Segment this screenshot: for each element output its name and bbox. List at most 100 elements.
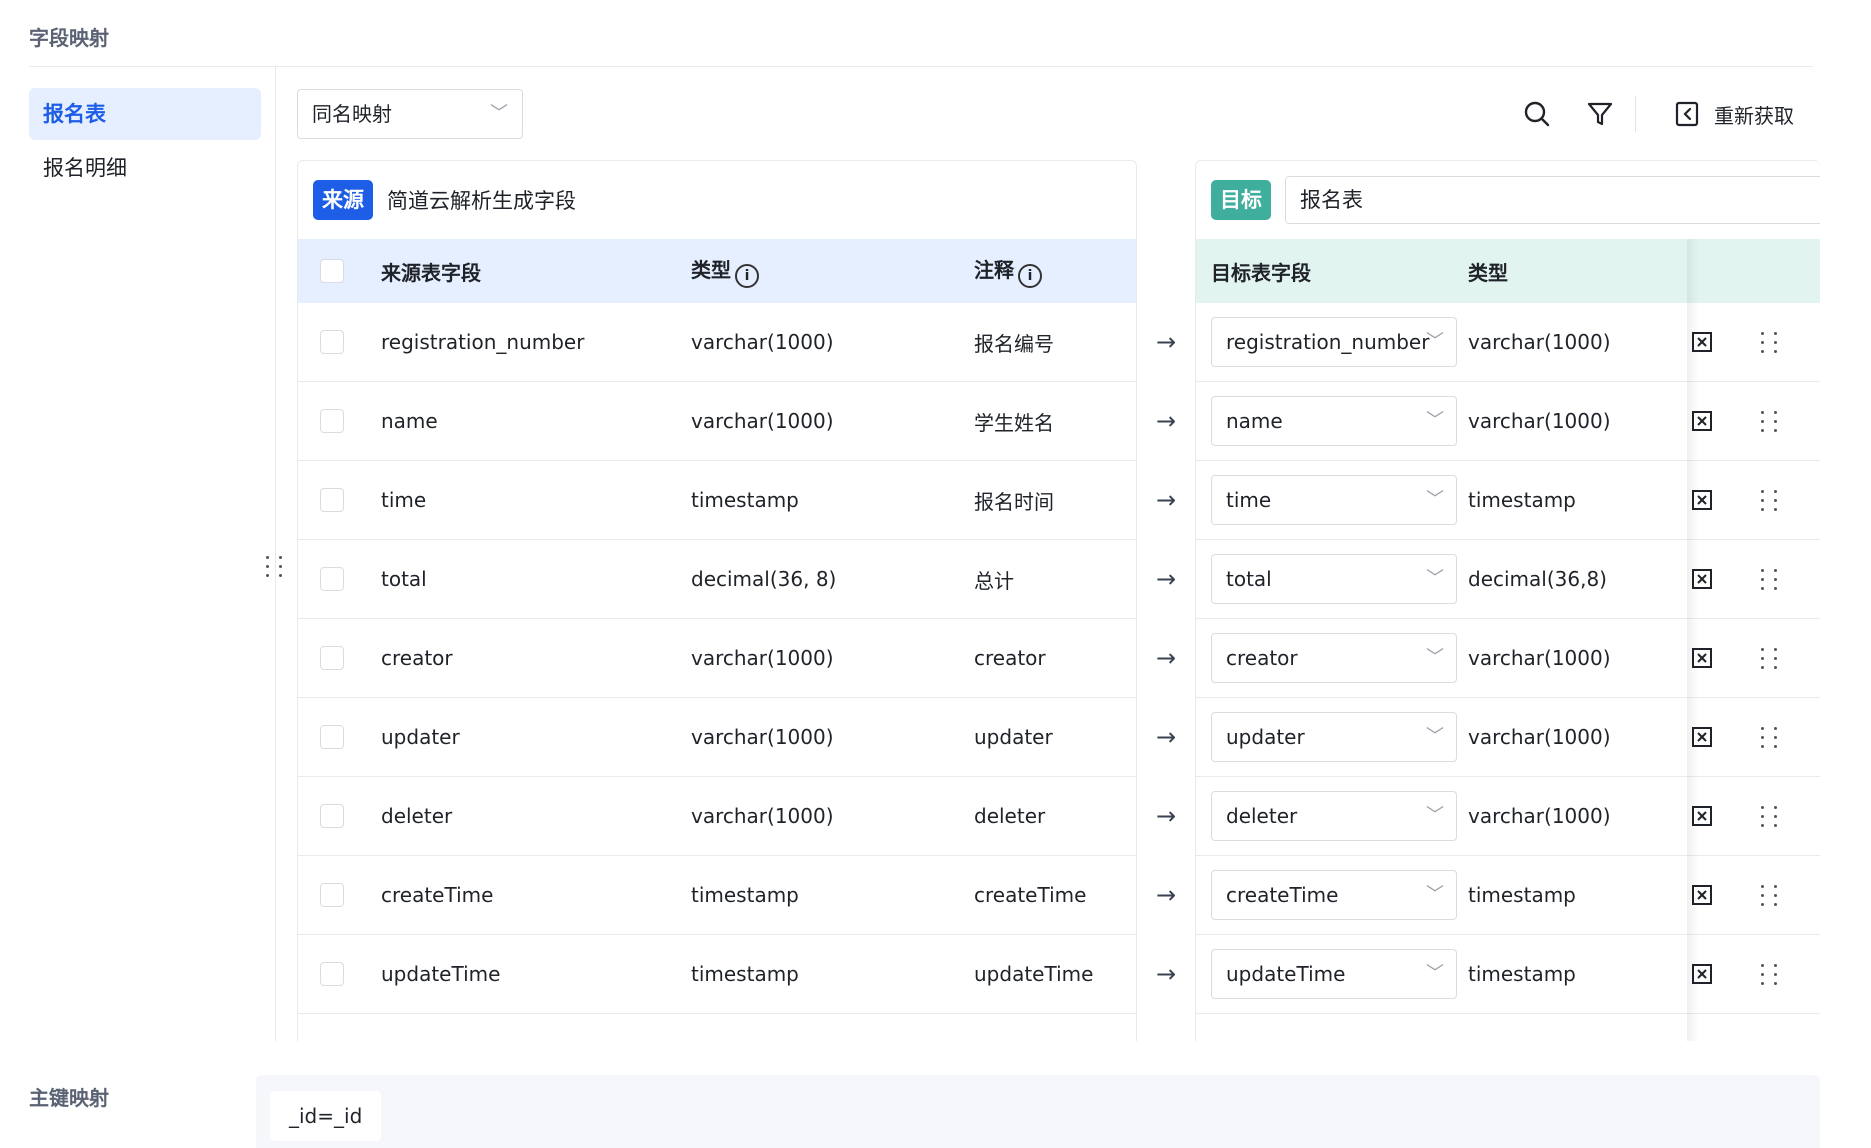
drag-handle-icon[interactable]: [1736, 331, 1804, 353]
row-checkbox[interactable]: [320, 725, 344, 749]
target-type-cell: varchar(1000): [1468, 409, 1611, 433]
source-note-header: 注释 i: [974, 254, 1124, 288]
source-type-cell: timestamp: [691, 962, 799, 986]
clear-mapping-icon[interactable]: [1668, 962, 1736, 986]
row-checkbox[interactable]: [320, 804, 344, 828]
source-type-cell: varchar(1000): [691, 804, 834, 828]
arrow-right-icon: →: [1155, 485, 1177, 514]
row-checkbox[interactable]: [320, 330, 344, 354]
drag-handle-icon[interactable]: [1736, 489, 1804, 511]
clear-mapping-icon[interactable]: [1668, 883, 1736, 907]
clear-mapping-icon[interactable]: [1668, 804, 1736, 828]
chevron-down-icon: ﹀: [490, 103, 508, 124]
row-checkbox[interactable]: [320, 883, 344, 907]
target-table-row: time ﹀ timestamp: [1196, 461, 1820, 540]
target-type-cell: timestamp: [1468, 883, 1576, 907]
target-type-cell: varchar(1000): [1468, 804, 1611, 828]
target-field-select[interactable]: createTime ﹀: [1211, 870, 1457, 920]
source-table-header: 来源表字段 类型 i 注释 i: [298, 239, 1136, 303]
target-field-cell: deleter ﹀: [1196, 791, 1468, 841]
chevron-down-icon: ﹀: [1426, 410, 1444, 431]
refetch-button[interactable]: 重新获取: [1674, 98, 1794, 130]
chevron-down-icon: ﹀: [1426, 568, 1444, 589]
row-checkbox[interactable]: [320, 409, 344, 433]
resize-handle-icon[interactable]: [266, 556, 286, 584]
drag-handle-icon[interactable]: [1736, 568, 1804, 590]
target-field-select[interactable]: creator ﹀: [1211, 633, 1457, 683]
table-sidebar: 报名表 报名明细: [29, 88, 261, 196]
clear-mapping-icon[interactable]: [1668, 725, 1736, 749]
drag-handle-icon[interactable]: [1736, 805, 1804, 827]
source-table-row: deleter varchar(1000) deleter: [298, 777, 1136, 856]
target-type-cell: timestamp: [1468, 962, 1576, 986]
arrow-right-icon: →: [1155, 880, 1177, 909]
drag-handle-icon[interactable]: [1736, 410, 1804, 432]
clear-mapping-icon[interactable]: [1668, 488, 1736, 512]
target-field-select[interactable]: updater ﹀: [1211, 712, 1457, 762]
row-checkbox[interactable]: [320, 962, 344, 986]
search-icon[interactable]: [1521, 98, 1553, 130]
target-field-cell: time ﹀: [1196, 475, 1468, 525]
target-type-cell: decimal(36,8): [1468, 567, 1607, 591]
arrow-right-icon: →: [1155, 406, 1177, 435]
source-field-cell: updateTime: [381, 962, 501, 986]
target-field-value: updater: [1226, 725, 1305, 749]
sidebar-item-registration[interactable]: 报名表: [29, 88, 261, 140]
clear-mapping-icon[interactable]: [1668, 409, 1736, 433]
target-field-header: 目标表字段: [1211, 260, 1311, 285]
source-type-header-label: 类型: [691, 258, 731, 282]
clear-mapping-icon[interactable]: [1668, 646, 1736, 670]
select-all-checkbox[interactable]: [320, 259, 344, 283]
target-field-cell: name ﹀: [1196, 396, 1468, 446]
source-note-cell: updateTime: [974, 962, 1094, 986]
source-type-cell: varchar(1000): [691, 646, 834, 670]
info-icon[interactable]: i: [735, 264, 759, 288]
target-field-select[interactable]: name ﹀: [1211, 396, 1457, 446]
source-note-header-label: 注释: [974, 258, 1014, 282]
mapping-mode-value: 同名映射: [312, 102, 392, 126]
target-field-select[interactable]: deleter ﹀: [1211, 791, 1457, 841]
target-table-row: deleter ﹀ varchar(1000): [1196, 777, 1820, 856]
target-type-header: 类型: [1468, 260, 1508, 285]
mapping-mode-select[interactable]: 同名映射 ﹀: [297, 89, 523, 139]
target-table-row: name ﹀ varchar(1000): [1196, 382, 1820, 461]
arrow-right-icon: →: [1155, 959, 1177, 988]
target-field-value: time: [1226, 488, 1272, 512]
drag-handle-icon[interactable]: [1736, 647, 1804, 669]
chevron-down-icon: ﹀: [1426, 647, 1444, 668]
drag-handle-icon[interactable]: [1736, 726, 1804, 748]
source-description: 简道云解析生成字段: [387, 189, 576, 213]
chevron-down-icon: ﹀: [1426, 805, 1444, 826]
sidebar-item-registration-detail[interactable]: 报名明细: [29, 142, 261, 194]
clear-mapping-icon[interactable]: [1668, 330, 1736, 354]
target-panel: 目标 报名表 目标表字段 类型 registration_number ﹀ varc…: [1195, 160, 1820, 1041]
row-checkbox[interactable]: [320, 646, 344, 670]
target-field-select[interactable]: updateTime ﹀: [1211, 949, 1457, 999]
target-field-select[interactable]: total ﹀: [1211, 554, 1457, 604]
target-field-select[interactable]: registration_number ﹀: [1211, 317, 1457, 367]
filter-icon[interactable]: [1584, 98, 1616, 130]
arrow-right-icon: →: [1155, 564, 1177, 593]
drag-handle-icon[interactable]: [1736, 884, 1804, 906]
target-field-value: createTime: [1226, 883, 1339, 907]
primary-key-chip[interactable]: _id=_id: [270, 1091, 382, 1141]
clear-mapping-icon[interactable]: [1668, 567, 1736, 591]
chevron-down-icon: ﹀: [1426, 963, 1444, 984]
target-type-cell: varchar(1000): [1468, 646, 1611, 670]
row-checkbox[interactable]: [320, 567, 344, 591]
target-type-cell: timestamp: [1468, 488, 1576, 512]
target-field-select[interactable]: time ﹀: [1211, 475, 1457, 525]
target-field-value: registration_number: [1226, 330, 1430, 354]
info-icon[interactable]: i: [1018, 264, 1042, 288]
source-type-cell: varchar(1000): [691, 409, 834, 433]
drag-handle-icon[interactable]: [1736, 963, 1804, 985]
source-table-row: updater varchar(1000) updater: [298, 698, 1136, 777]
row-checkbox[interactable]: [320, 488, 344, 512]
target-type-cell: varchar(1000): [1468, 725, 1611, 749]
sidebar-divider: [275, 66, 276, 1041]
target-table-input[interactable]: 报名表: [1285, 176, 1820, 224]
source-note-cell: createTime: [974, 883, 1087, 907]
source-type-cell: timestamp: [691, 883, 799, 907]
target-panel-header: 目标 报名表: [1196, 161, 1820, 239]
target-type-cell: varchar(1000): [1468, 330, 1611, 354]
